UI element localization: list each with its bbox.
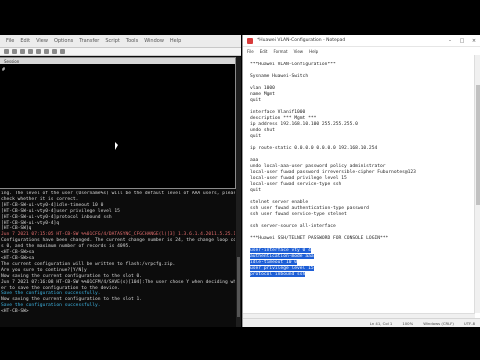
notepad-menubar: File Edit Format View Help [243,47,480,55]
line-text: ***Huawei VLAN-Configuration*** [250,62,336,67]
selected-text: user-interface vty 0 4 [250,248,311,253]
notepad-titlebar[interactable]: *Huawei VLAN-Configuration - Notepad – □ × [243,35,480,47]
line-text: aaa [250,158,259,163]
terminal-window[interactable]: File Edit View Options Transfer Script Tools Wi… [0,35,241,327]
terminal-scroll-thumb[interactable] [237,257,240,317]
line-text [250,242,253,247]
line-text: local-user fuwad privilege level 15 [250,176,347,181]
status-item: Ln 41, Col 1 [369,320,393,326]
terminal-line: <HT-CB-SW> [1,309,29,315]
maximize-button[interactable]: □ [456,38,468,44]
status-item: UTF-8 [463,320,475,326]
notepad-menu-format[interactable]: Format [273,49,287,54]
paste-icon[interactable] [36,49,41,54]
connect-icon[interactable] [4,49,9,54]
line-text: quit [250,134,262,139]
line-text: ***Huawei SSH/TELNET PASSWORD FOR CONSOL… [250,236,389,241]
line-text: local-user fuwad service-type ssh [250,182,342,187]
notepad-title: *Huawei VLAN-Configuration - Notepad [257,38,346,43]
find-icon[interactable] [44,49,49,54]
notepad-line: protocol inbound ssh [250,272,472,278]
notepad-statusbar: Ln 41, Col 1 100% Windows (CRLF) UTF-8 [243,318,480,327]
line-text: stelnet server enable [250,200,309,205]
line-text: ip route-static 0.0.0.0 0.0.0.0 192.168.… [250,146,378,151]
notepad-text-area[interactable]: ***Huawei VLAN-Configuration*** Sysname … [250,62,472,310]
line-text: quit [250,98,262,103]
close-button[interactable]: × [468,38,480,44]
line-text [250,140,253,145]
notepad-menu-file[interactable]: File [247,49,254,54]
line-text: Sysname Huawei-Switch [250,74,309,79]
line-text [250,104,253,109]
session-popup-prompt: # [2,67,6,73]
terminal-output[interactable]: ing. The level of the user (Username%s) … [1,191,235,315]
mouse-cursor-icon [115,142,118,150]
notepad-app-icon [247,37,253,44]
selected-text: protocol inbound ssh [250,272,306,277]
selected-text: user privilege level 15 [250,266,314,271]
notepad-window[interactable]: *Huawei VLAN-Configuration - Notepad – □ ×… [242,35,480,327]
notepad-menu-help[interactable]: Help [309,49,318,54]
session-popup-titlebar[interactable]: Session [0,58,235,64]
selected-text: idle-timeout 10 0 [250,260,298,265]
line-text: ssh server-source all-interface [250,224,336,229]
notepad-menu-view[interactable]: View [294,49,304,54]
line-text [250,68,253,73]
terminal-menu-item[interactable]: View [36,38,48,44]
terminal-menu-item[interactable]: Tools [126,38,138,44]
session-popup-title: Session [4,58,20,64]
line-text: name Mgmt [250,92,275,97]
line-text [250,230,253,235]
minimize-button[interactable]: – [444,38,456,44]
line-text: ip address 192.168.10.100 255.255.255.0 [250,122,358,127]
terminal-menu-item[interactable]: Options [54,38,73,44]
session-popup-window[interactable]: Session # [0,57,236,189]
line-text [250,194,253,199]
line-text [250,152,253,157]
terminal-menubar: File Edit View Options Transfer Script Tools Wi… [0,35,241,48]
terminal-menu-item[interactable]: Transfer [79,38,99,44]
video-letterbox-bottom [0,327,480,360]
line-text: ssh user fuwad service-type stelnet [250,212,347,217]
selected-text: authentication-mode aaa [250,254,314,259]
line-text: ssh user fuwad authentication-type passw… [250,206,369,211]
disconnect-icon[interactable] [20,49,25,54]
video-letterbox-top [0,0,480,35]
copy-icon[interactable] [28,49,33,54]
status-item: Windows (CRLF) [423,320,454,326]
notepad-scroll-thumb[interactable] [476,85,480,205]
print-icon[interactable] [52,49,57,54]
line-text: local-user fuwad password irreversible-c… [250,170,416,175]
window-controls: – □ × [444,38,480,44]
status-item: 100% [402,320,414,326]
line-text [250,80,253,85]
line-text [250,218,253,223]
line-text: undo local-aaa-user password policy admi… [250,164,386,169]
line-text: undo shut [250,128,275,133]
terminal-menu-item[interactable]: Help [170,38,181,44]
notepad-menu-edit[interactable]: Edit [260,49,268,54]
terminal-menu-item[interactable]: Edit [20,38,30,44]
settings-icon[interactable] [60,49,65,54]
notepad-vertical-scrollbar[interactable] [474,55,480,313]
line-text: quit [250,188,262,193]
reconnect-icon[interactable] [12,49,17,54]
terminal-toolbar [0,48,241,56]
terminal-scrollbar[interactable] [236,57,241,327]
terminal-menu-item[interactable]: Window [144,38,164,44]
line-text: description *** Mgmt *** [250,116,317,121]
terminal-menu-item[interactable]: Script [105,38,120,44]
terminal-menu-item[interactable]: File [6,38,14,44]
terminal-line: Jun 7 2021 07:16:08 HT-CB-SW %%01CFM/4/S… [1,279,235,285]
line-text: interface Vlanif1000 [250,110,306,115]
line-text: vlan 1000 [250,86,275,91]
